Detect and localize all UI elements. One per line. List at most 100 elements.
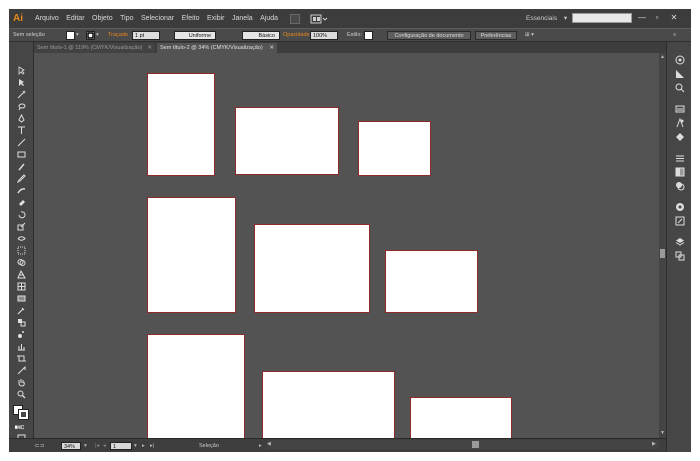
fill-dropdown-icon[interactable]: ▾ [76,31,79,40]
blob-brush-tool-icon[interactable] [17,186,26,195]
color-mode-icons[interactable] [15,423,29,432]
paintbrush-tool-icon[interactable] [17,162,26,171]
bridge-icon[interactable] [289,13,300,24]
close-icon[interactable]: ✕ [147,43,152,53]
stroke-dropdown-icon[interactable]: ▾ [96,31,99,40]
gradient-panel-icon[interactable] [675,167,685,177]
direct-selection-tool-icon[interactable] [17,78,26,87]
perspective-grid-tool-icon[interactable] [17,269,26,279]
artboards-panel-icon[interactable] [675,251,685,261]
artboard[interactable] [147,73,215,176]
first-artboard-icon[interactable]: |◂ [95,442,99,450]
next-artboard-icon[interactable]: ▸ [142,442,145,450]
blend-tool-icon[interactable] [17,318,26,327]
fill-swatch[interactable] [66,31,75,40]
menu-janela[interactable]: Janela [232,15,253,22]
menu-objeto[interactable]: Objeto [92,15,113,22]
symbol-sprayer-tool-icon[interactable] [17,330,26,339]
color-guide-icon[interactable] [675,69,685,79]
scroll-left-icon[interactable]: ◀ [267,441,271,447]
maximize-button[interactable]: ▫ [652,12,662,23]
magic-wand-tool-icon[interactable] [17,90,26,99]
artboard[interactable] [358,121,431,176]
column-graph-tool-icon[interactable] [17,342,26,351]
last-artboard-icon[interactable]: ▸| [150,442,154,450]
preferences-button[interactable]: Preferências [475,31,517,40]
style-swatch[interactable] [364,31,373,40]
stroke-swatch[interactable] [86,31,95,40]
graphic-styles-panel-icon[interactable] [675,216,685,226]
vertical-scrollbar[interactable]: ▲ ▼ [659,53,666,438]
transparency-panel-icon[interactable] [675,181,685,191]
arrange-documents-icon[interactable] [310,14,328,24]
stroke-label[interactable]: Traçado [108,31,128,40]
artboard[interactable] [147,334,245,452]
tab-document-1[interactable]: Sem título-1 @ 119% (CMYK/Visualização) … [34,43,155,53]
menu-editar[interactable]: Editar [66,15,84,22]
previous-artboard-icon[interactable]: ◂ [103,442,106,450]
appearance-panel-icon[interactable] [675,202,685,212]
opacity-field[interactable]: 100% [310,31,338,40]
screen-mode-icon[interactable]: ⊏⊐ [35,442,44,450]
gradient-tool-icon[interactable] [17,294,26,303]
fill-stroke-swatches[interactable] [13,402,29,420]
scroll-right-icon[interactable]: ▶ [652,441,656,447]
symbols-panel-icon[interactable] [675,117,685,128]
brushes-panel-icon[interactable] [675,104,685,114]
artboard[interactable] [147,197,236,313]
artboard-dropdown-icon[interactable]: ▾ [134,442,137,450]
close-button[interactable]: ✕ [669,12,679,23]
shape-builder-tool-icon[interactable] [17,258,26,267]
scrollbar-thumb[interactable] [472,441,479,448]
menu-selecionar[interactable]: Selecionar [141,15,174,22]
zoom-field[interactable]: 34% [61,442,81,450]
horizontal-scrollbar[interactable]: ◀ ▶ [267,440,659,449]
selection-tool-icon[interactable] [17,66,26,75]
arrange-icon[interactable]: ⊞ ▾ [525,31,534,40]
eraser-tool-icon[interactable] [17,198,26,207]
artboard[interactable] [254,224,370,313]
lasso-tool-icon[interactable] [17,102,26,111]
search-help-input[interactable] [572,13,632,23]
pen-tool-icon[interactable] [17,113,26,123]
zoom-dropdown-icon[interactable]: ▾ [84,442,87,450]
artboard[interactable] [235,107,339,175]
status-text[interactable]: Seleção [199,442,219,450]
graphic-styles-icon[interactable] [675,132,685,142]
scrollbar-thumb[interactable] [660,249,665,258]
stroke-weight-field[interactable]: 1 pt [132,31,160,40]
pencil-tool-icon[interactable] [16,174,26,184]
rectangle-tool-icon[interactable] [17,150,26,159]
document-setup-button[interactable]: Configuração de documento [387,31,471,40]
line-tool-icon[interactable] [17,138,26,147]
status-menu-icon[interactable]: ▸ [259,442,262,450]
hand-tool-icon[interactable] [17,378,26,387]
minimize-button[interactable]: — [637,12,647,23]
canvas-area[interactable] [34,53,659,452]
brush-definition[interactable]: Básico [242,31,280,40]
menu-efeito[interactable]: Efeito [182,15,200,22]
menu-tipo[interactable]: Tipo [120,15,133,22]
swatches-panel-icon[interactable] [675,83,685,93]
artboard-tool-icon[interactable] [17,354,26,363]
variable-width-profile[interactable]: Uniforme [174,31,216,40]
menu-ajuda[interactable]: Ajuda [260,15,278,22]
width-tool-icon[interactable] [17,234,26,243]
panel-menu-icon[interactable]: ≡ [673,31,676,40]
stroke-swatch-large[interactable] [18,409,29,420]
zoom-tool-icon[interactable] [17,390,26,399]
scroll-up-icon[interactable]: ▲ [659,54,666,60]
tab-document-2[interactable]: Sem título-2 @ 34% (CMYK/Visualização) ✕ [157,43,277,53]
eyedropper-tool-icon[interactable] [17,306,26,315]
color-panel-icon[interactable] [675,55,685,65]
workspace-switcher[interactable]: Essenciais ▾ [526,14,567,22]
scale-tool-icon[interactable] [17,222,26,231]
artboard[interactable] [385,250,478,313]
menu-exibir[interactable]: Exibir [207,15,225,22]
free-transform-tool-icon[interactable] [17,246,26,255]
close-icon[interactable]: ✕ [269,43,274,53]
opacity-label[interactable]: Opacidade: [283,31,311,40]
artboard-number-field[interactable]: 1 [110,442,132,450]
type-tool-icon[interactable] [17,126,26,135]
layers-panel-icon[interactable] [675,237,685,247]
